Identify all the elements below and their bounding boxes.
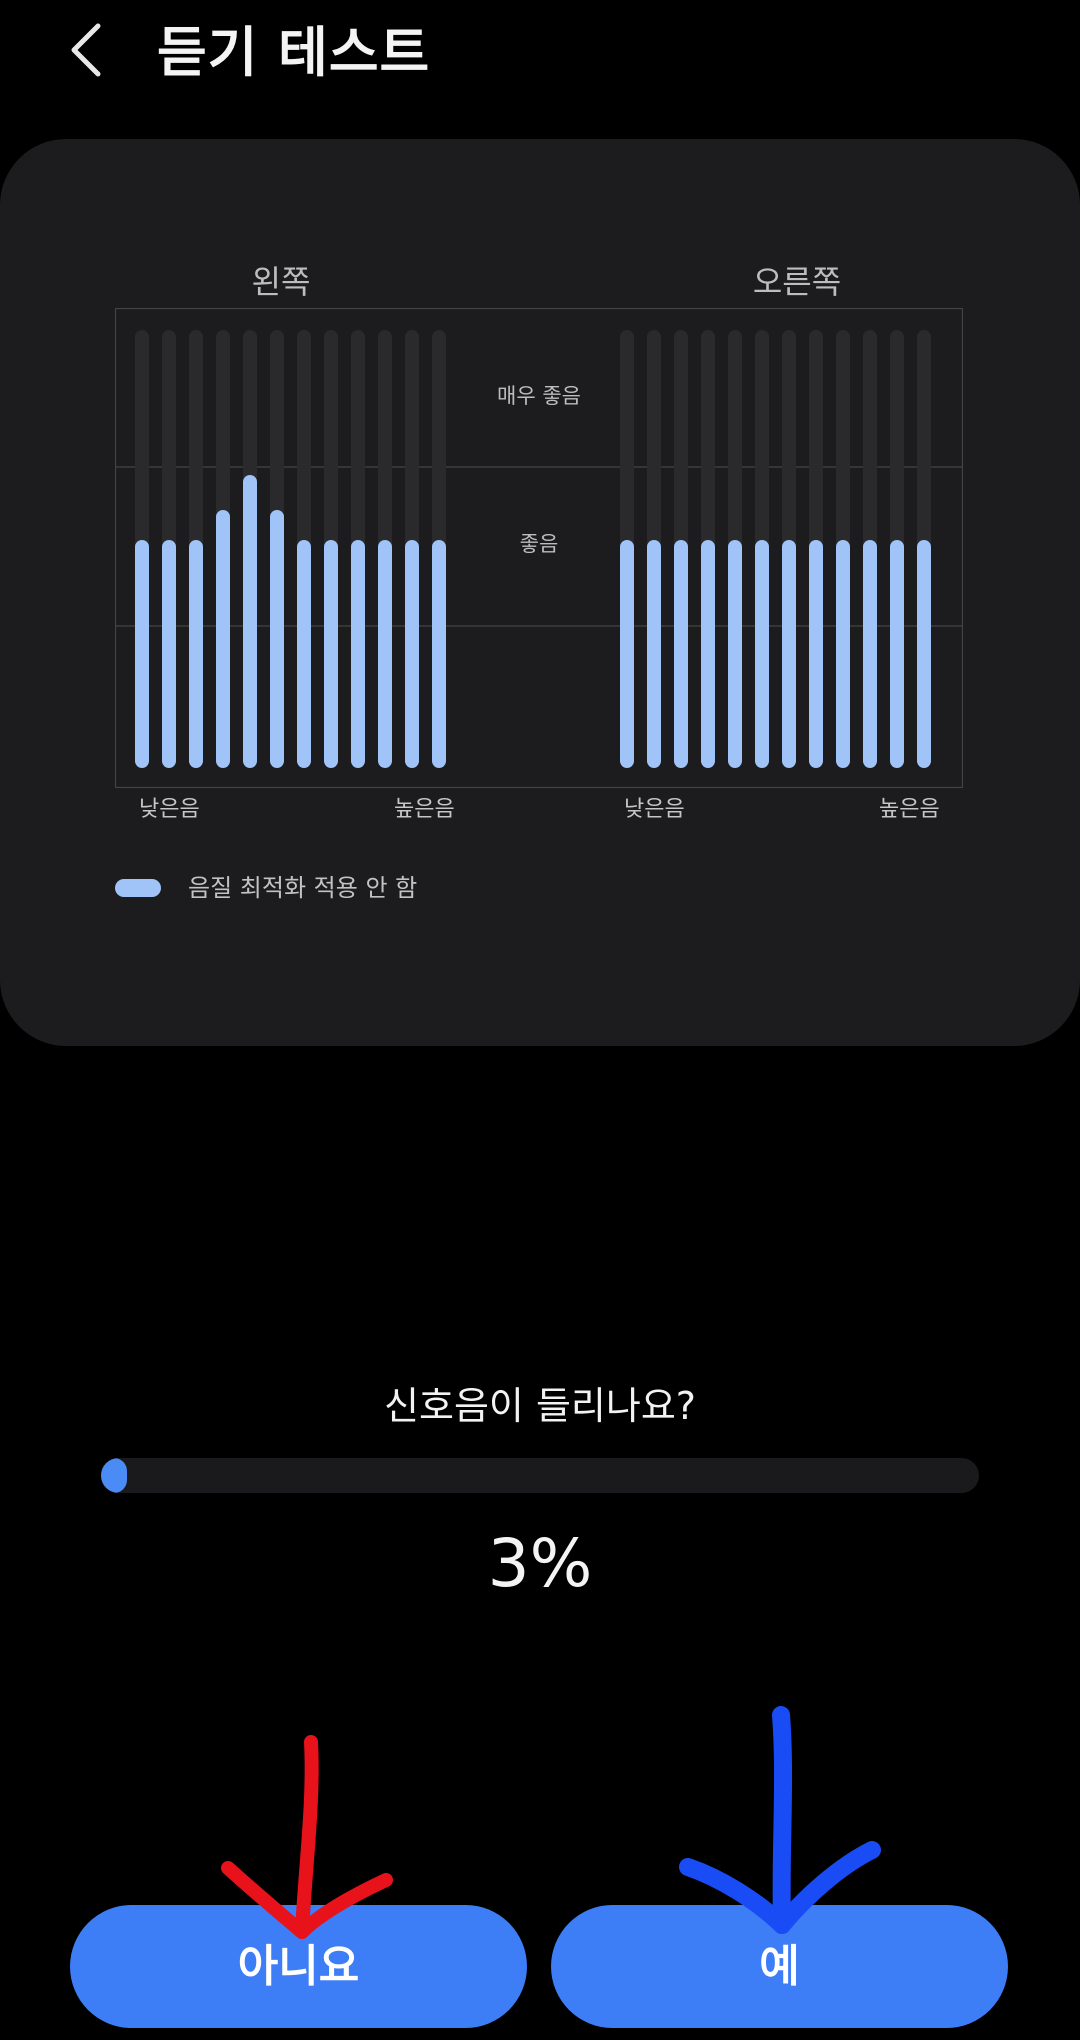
bar-left — [162, 540, 176, 768]
bar-left — [270, 510, 284, 768]
bar-right — [890, 540, 904, 768]
bar-left — [135, 540, 149, 768]
bar-left — [378, 540, 392, 768]
right-low-tick: 낮은음 — [624, 797, 685, 822]
level-label: 좋음 — [520, 532, 559, 556]
right-high-tick: 높은음 — [879, 797, 940, 822]
bar-left — [216, 510, 230, 768]
back-button[interactable] — [60, 18, 116, 82]
bar-right — [782, 540, 796, 768]
question-text: 신호음이 들리나요? — [384, 1384, 696, 1428]
bar-right — [809, 540, 823, 768]
bar-right — [836, 540, 850, 768]
chevron-left-icon — [71, 23, 101, 77]
bar-left — [405, 540, 419, 768]
left-ear-label: 왼쪽 — [251, 263, 311, 301]
level-label: 매우 좋음 — [497, 384, 581, 408]
progress-fill — [101, 1458, 127, 1493]
no-button[interactable]: 아니요 — [70, 1905, 527, 2028]
red-arrow-icon — [221, 1735, 393, 1939]
blue-arrow-icon — [679, 1706, 881, 1934]
legend-swatch — [115, 879, 161, 897]
bar-left — [243, 475, 257, 768]
left-high-tick: 높은음 — [394, 797, 455, 822]
hearing-chart-svg: 매우 좋음좋음 — [115, 308, 963, 788]
yes-button[interactable]: 예 — [551, 1905, 1008, 2028]
progress-percent: 3% — [487, 1525, 593, 1602]
bar-left — [432, 540, 446, 768]
hearing-chart: 매우 좋음좋음 — [115, 308, 963, 788]
progress-bar — [101, 1458, 979, 1493]
bar-right — [674, 540, 688, 768]
bar-right — [728, 540, 742, 768]
bar-left — [189, 540, 203, 768]
bar-right — [701, 540, 715, 768]
bar-right — [647, 540, 661, 768]
bar-left — [297, 540, 311, 768]
right-ear-label: 오른쪽 — [752, 263, 842, 301]
left-low-tick: 낮은음 — [139, 797, 200, 822]
bar-right — [620, 540, 634, 768]
bar-left — [351, 540, 365, 768]
legend-label: 음질 최적화 적용 안 함 — [188, 874, 418, 902]
bar-right — [917, 540, 931, 768]
bar-right — [755, 540, 769, 768]
page-title: 듣기 테스트 — [157, 21, 431, 84]
bar-right — [863, 540, 877, 768]
bar-left — [324, 540, 338, 768]
